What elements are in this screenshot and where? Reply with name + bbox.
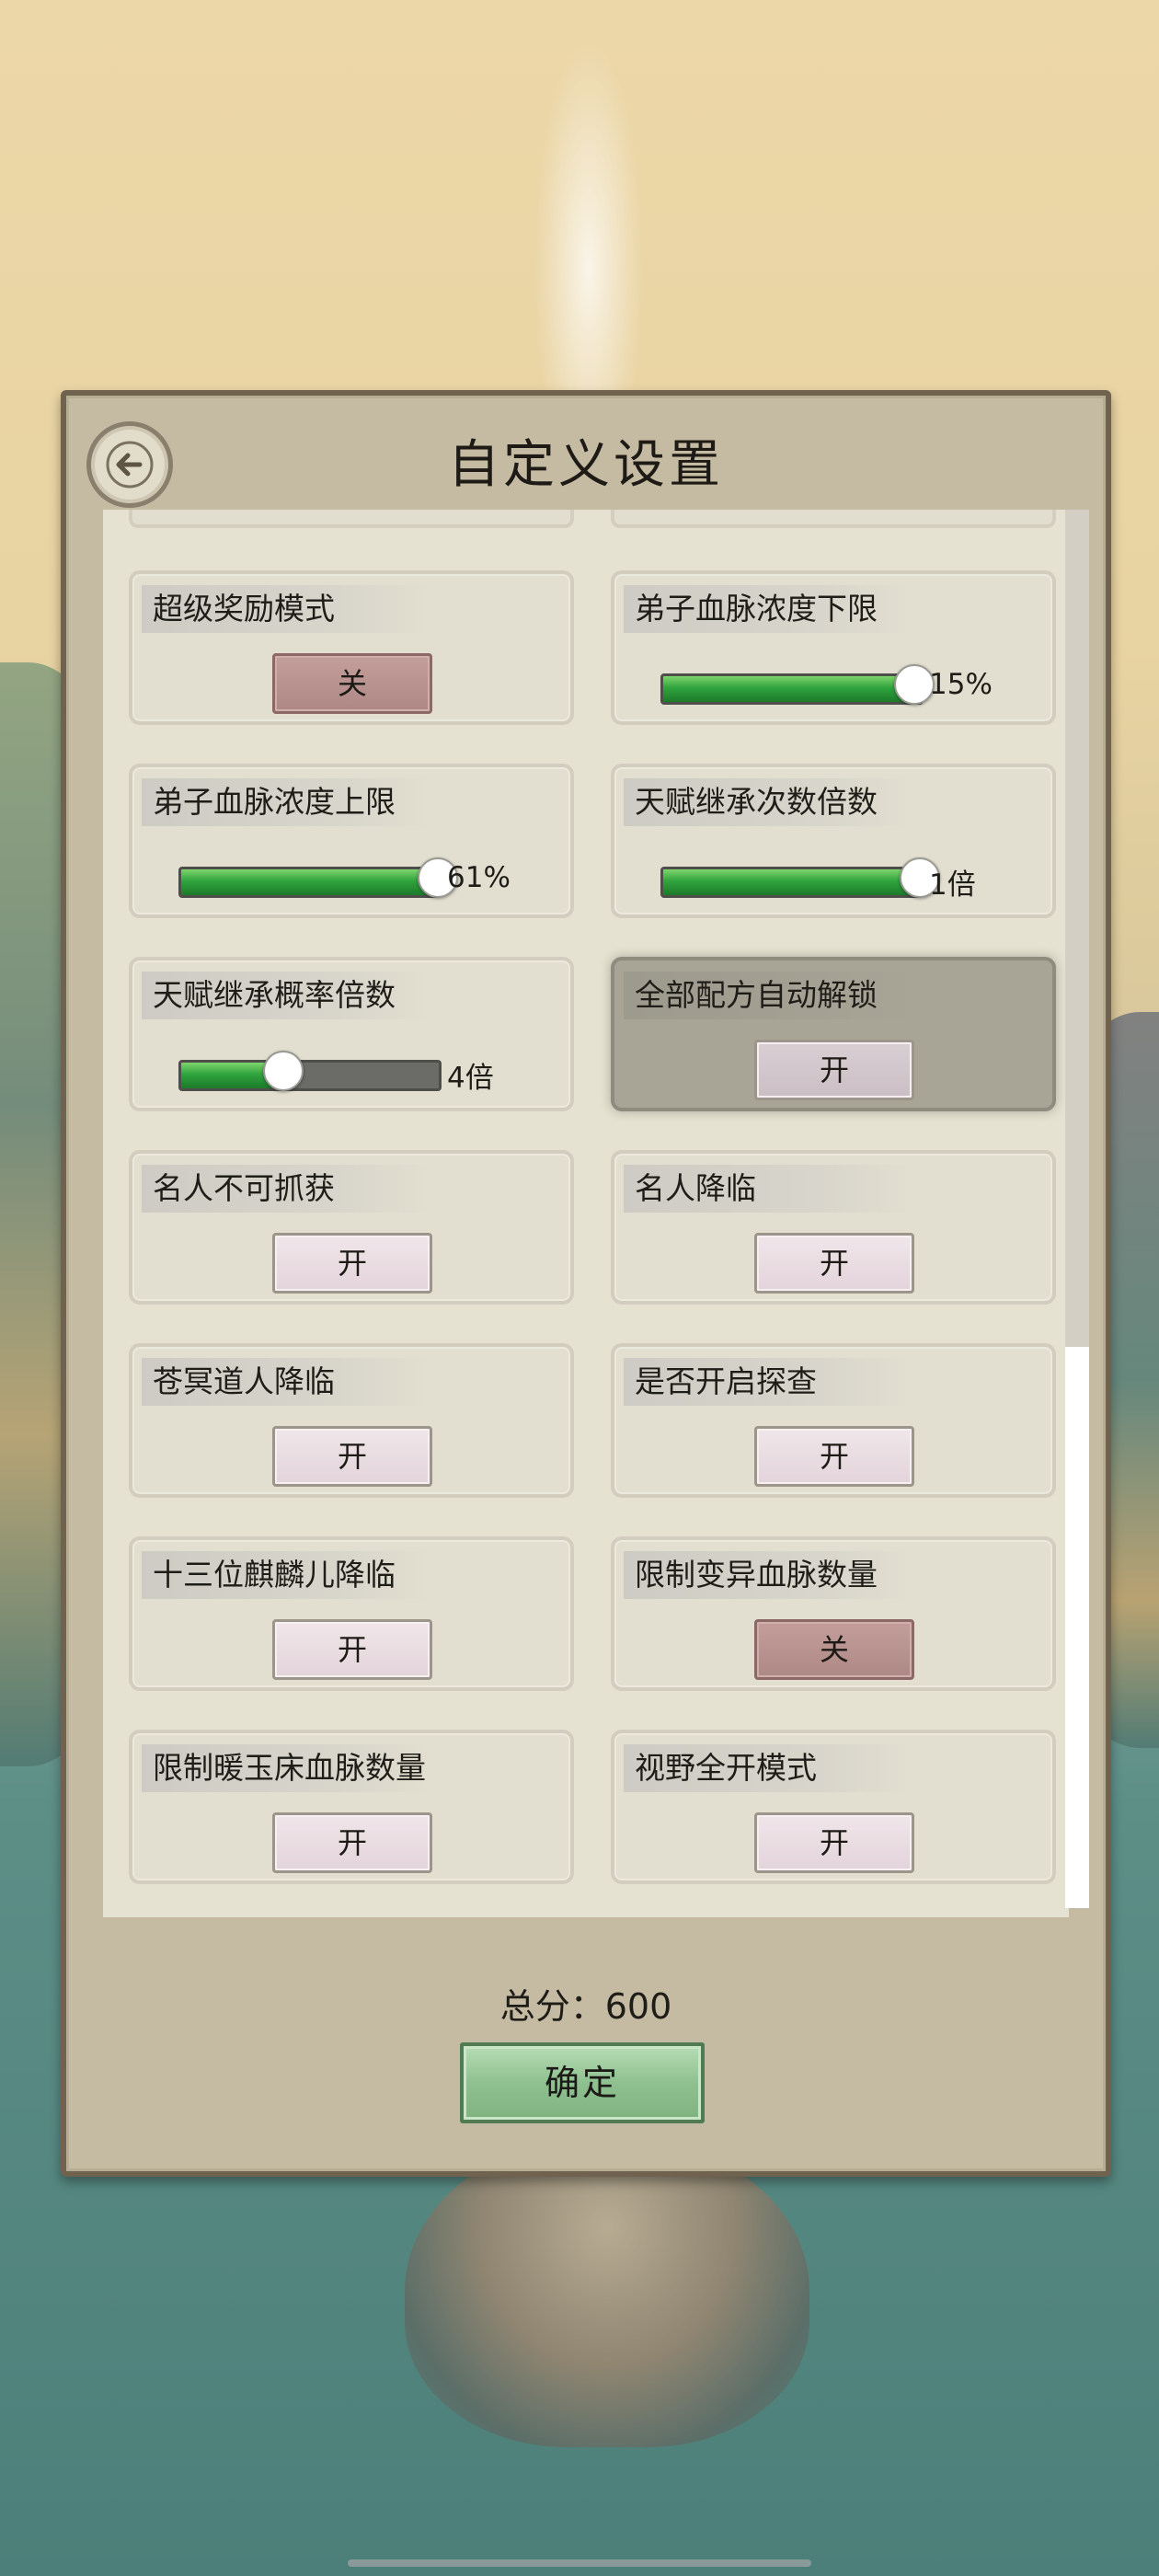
custom-settings-dialog: 自定义设置 超级奖励模式关 弟子血脉浓度下限 15% 弟子血脉浓度上限 61% 天赋继承次… bbox=[61, 390, 1111, 2177]
settings-list[interactable]: 超级奖励模式关弟子血脉浓度下限 15% 弟子血脉浓度上限 61% 天赋继承次数倍数 1倍天… bbox=[103, 510, 1069, 1917]
setting-label: 名人不可抓获 bbox=[142, 1165, 438, 1213]
setting-label: 是否开启探查 bbox=[624, 1358, 920, 1406]
rock-island-background bbox=[405, 2134, 809, 2447]
setting-card-disciple-bloodline-max: 弟子血脉浓度上限 61% bbox=[129, 764, 574, 918]
setting-label: 全部配方自动解锁 bbox=[624, 972, 920, 1019]
setting-card-talent-inherit-count-multiplier: 天赋继承次数倍数 1倍 bbox=[611, 764, 1056, 918]
slider-track[interactable] bbox=[178, 867, 442, 898]
slider-value: 1倍 bbox=[929, 868, 976, 902]
setting-label: 限制变异血脉数量 bbox=[624, 1551, 920, 1599]
setting-card-all-recipes-auto-unlock: 全部配方自动解锁开 bbox=[611, 957, 1056, 1111]
setting-label: 天赋继承概率倍数 bbox=[142, 972, 438, 1019]
toggle-button[interactable]: 开 bbox=[754, 1040, 914, 1100]
toggle-button[interactable]: 关 bbox=[272, 653, 432, 714]
home-indicator bbox=[348, 2559, 811, 2567]
toggle-button[interactable]: 开 bbox=[754, 1426, 914, 1487]
toggle-button[interactable]: 开 bbox=[754, 1812, 914, 1873]
setting-card-celebrity-arrival: 名人降临开 bbox=[611, 1150, 1056, 1305]
confirm-button[interactable]: 确定 bbox=[460, 2042, 705, 2123]
setting-label: 十三位麒麟儿降临 bbox=[142, 1551, 438, 1599]
setting-label: 天赋继承次数倍数 bbox=[624, 778, 920, 826]
slider-value: 4倍 bbox=[447, 1062, 494, 1095]
setting-card-cangming-taoist-arrival: 苍冥道人降临开 bbox=[129, 1343, 574, 1498]
slider-value: 61% bbox=[447, 861, 511, 894]
smoke-background bbox=[534, 37, 644, 423]
setting-label: 苍冥道人降临 bbox=[142, 1358, 438, 1406]
toggle-button[interactable]: 关 bbox=[754, 1619, 914, 1680]
setting-card-super-reward-mode: 超级奖励模式关 bbox=[129, 570, 574, 725]
setting-card-limit-warm-jade-bed-bloodline: 限制暖玉床血脉数量开 bbox=[129, 1730, 574, 1884]
slider-track[interactable] bbox=[660, 673, 924, 705]
toggle-button[interactable]: 开 bbox=[272, 1426, 432, 1487]
toggle-button[interactable]: 开 bbox=[272, 1233, 432, 1294]
scrollbar-thumb[interactable] bbox=[1065, 510, 1089, 1347]
slider-fill bbox=[181, 869, 439, 895]
slider-value: 15% bbox=[929, 668, 993, 701]
setting-label: 视野全开模式 bbox=[624, 1744, 920, 1792]
total-score: 总分：600 bbox=[499, 1986, 672, 2027]
slider-fill bbox=[663, 869, 921, 895]
toggle-button[interactable]: 开 bbox=[272, 1812, 432, 1873]
slider-track[interactable] bbox=[660, 867, 924, 898]
setting-label: 名人降临 bbox=[624, 1165, 920, 1213]
setting-card-limit-mutant-bloodline: 限制变异血脉数量关 bbox=[611, 1536, 1056, 1691]
setting-card-thirteen-qilin-arrival: 十三位麒麟儿降临开 bbox=[129, 1536, 574, 1691]
setting-label: 弟子血脉浓度上限 bbox=[142, 778, 438, 826]
partial-card-top bbox=[129, 510, 574, 528]
setting-card-disciple-bloodline-min: 弟子血脉浓度下限 15% bbox=[611, 570, 1056, 725]
slider-fill bbox=[663, 676, 916, 702]
toggle-button[interactable]: 开 bbox=[754, 1233, 914, 1294]
setting-card-full-vision-mode: 视野全开模式开 bbox=[611, 1730, 1056, 1884]
dialog-title: 自定义设置 bbox=[448, 435, 724, 495]
setting-label: 弟子血脉浓度下限 bbox=[624, 585, 920, 633]
setting-card-enable-exploration: 是否开启探查开 bbox=[611, 1343, 1056, 1498]
slider-track[interactable] bbox=[178, 1060, 442, 1091]
slider-knob[interactable] bbox=[263, 1051, 304, 1091]
setting-label: 限制暖玉床血脉数量 bbox=[142, 1744, 438, 1792]
toggle-button[interactable]: 开 bbox=[272, 1619, 432, 1680]
partial-card-top bbox=[611, 510, 1056, 528]
setting-card-talent-inherit-prob-multiplier: 天赋继承概率倍数 4倍 bbox=[129, 957, 574, 1111]
setting-card-celebrity-uncatchable: 名人不可抓获开 bbox=[129, 1150, 574, 1305]
setting-label: 超级奖励模式 bbox=[142, 585, 438, 633]
